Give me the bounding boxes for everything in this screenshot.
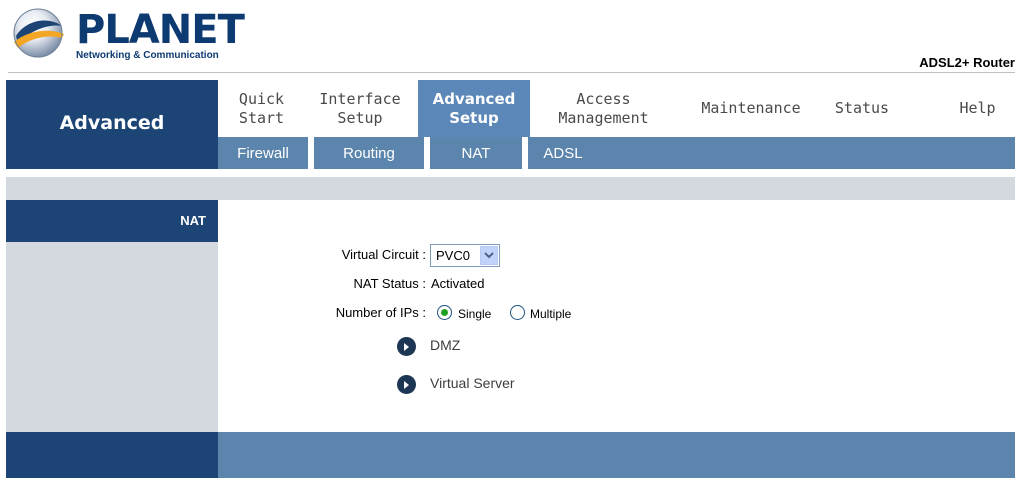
subnav-label: ADSL xyxy=(543,144,583,162)
number-of-ips-label: Number of IPs : xyxy=(335,305,426,320)
nav-help[interactable]: Help xyxy=(940,80,1015,137)
radio-single[interactable] xyxy=(437,305,452,320)
nat-status-label: NAT Status : xyxy=(353,276,427,291)
nav-status[interactable]: Status xyxy=(822,80,902,137)
planet-logo: PLANET Networking & Communication xyxy=(8,6,245,62)
separator-strip xyxy=(6,177,1015,200)
nav-label: Interface Setup xyxy=(319,89,401,127)
virtual-server-link[interactable]: Virtual Server xyxy=(430,375,515,391)
subnav-routing[interactable]: Routing xyxy=(314,137,424,169)
logo-wordmark: PLANET xyxy=(76,7,245,53)
nav-label: Help xyxy=(959,99,996,117)
header-divider xyxy=(8,72,1015,73)
nat-status-value: Activated xyxy=(431,276,485,291)
radio-selected-dot xyxy=(441,309,448,316)
radio-multiple-label: Multiple xyxy=(530,307,572,321)
globe-logo-icon xyxy=(13,8,64,58)
subnav-label: NAT xyxy=(461,144,491,162)
radio-multiple[interactable] xyxy=(510,305,525,320)
subnav-label: Routing xyxy=(343,144,395,162)
virtual-circuit-label: Virtual Circuit : xyxy=(341,247,426,262)
arrow-right-circle-icon[interactable] xyxy=(397,375,416,394)
radio-single-label: Single xyxy=(458,307,492,321)
logo-subtitle: Networking & Communication xyxy=(76,50,219,61)
nav-quick-start[interactable]: Quick Start xyxy=(218,80,305,137)
footer-bar xyxy=(218,432,1015,478)
virtual-circuit-select[interactable]: PVC0 xyxy=(430,244,500,267)
sidebar-panel xyxy=(6,242,218,432)
nav-label: Maintenance xyxy=(701,99,801,117)
nav-label: Advanced Setup xyxy=(432,89,516,127)
nav-maintenance[interactable]: Maintenance xyxy=(683,80,819,137)
nav-label: Access Management xyxy=(558,89,649,127)
section-title: Advanced xyxy=(59,112,165,134)
nav-label: Quick Start xyxy=(238,89,285,127)
dmz-link[interactable]: DMZ xyxy=(430,337,460,353)
footer-left-panel xyxy=(6,432,218,478)
sidebar-title: NAT xyxy=(180,213,206,228)
nav-access-management[interactable]: Access Management xyxy=(530,80,677,137)
virtual-circuit-value: PVC0 xyxy=(436,248,470,263)
subnav-label: Firewall xyxy=(237,144,289,162)
arrow-right-circle-icon[interactable] xyxy=(397,337,416,356)
nav-label: Status xyxy=(834,99,890,117)
subnav-adsl[interactable]: ADSL xyxy=(528,137,598,169)
subnav-nat[interactable]: NAT xyxy=(430,137,522,169)
nav-interface-setup[interactable]: Interface Setup xyxy=(305,80,415,137)
product-name: ADSL2+ Router xyxy=(919,55,1015,70)
nav-advanced-setup[interactable]: Advanced Setup xyxy=(418,80,530,137)
chevron-down-icon[interactable] xyxy=(480,246,498,265)
subnav-firewall[interactable]: Firewall xyxy=(218,137,308,169)
